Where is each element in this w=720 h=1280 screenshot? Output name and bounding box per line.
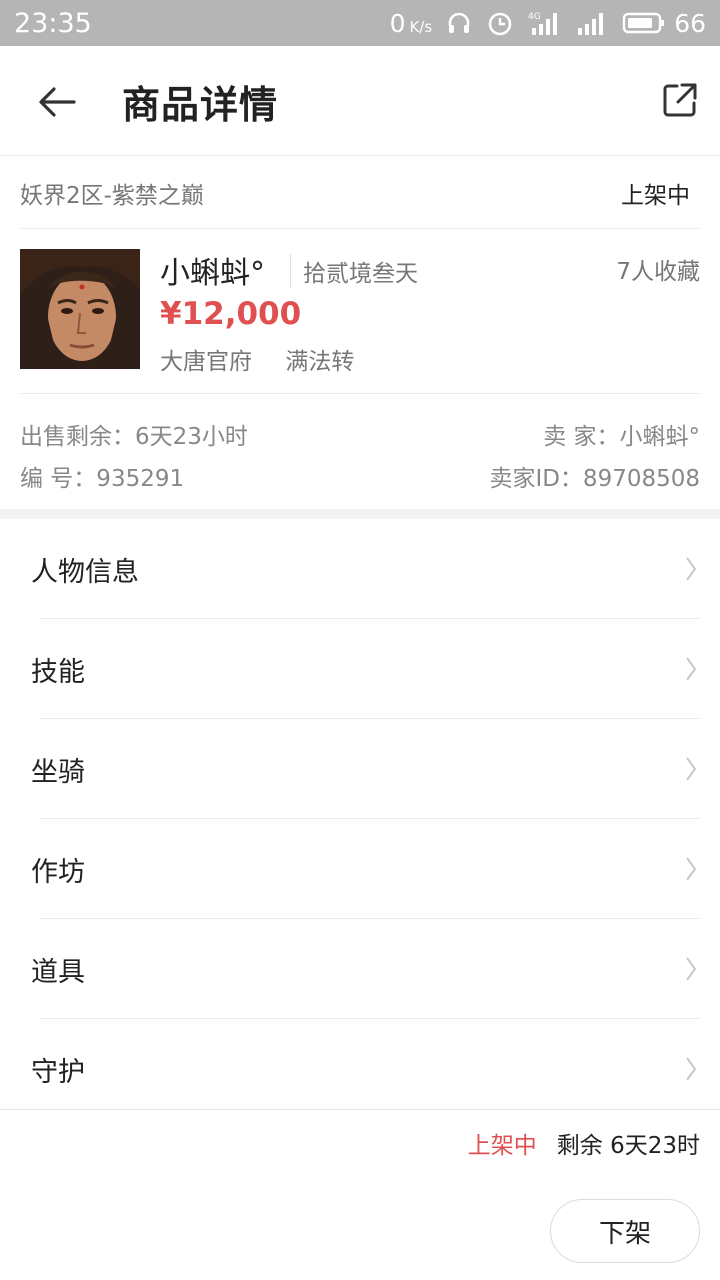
footer-remaining-time: 剩余 6天23时	[556, 1133, 700, 1159]
time-left: 出售剩余：6天23小时	[20, 424, 248, 450]
menu-item-label: 守护	[31, 1056, 85, 1088]
status-bar: 23:35 0 K/s 4G 66	[0, 0, 720, 46]
battery-level: 66	[674, 8, 706, 38]
sect-label: 大唐官府	[160, 349, 252, 375]
battery: 66	[622, 9, 706, 38]
arrow-left-icon	[39, 87, 76, 117]
net-speed-unit: K/s	[409, 17, 433, 36]
net-speed: 0 K/s	[390, 9, 433, 38]
menu-item-mounts[interactable]: 坐骑	[0, 719, 720, 819]
delist-button[interactable]: 下架	[550, 1199, 700, 1263]
menu-item-label: 坐骑	[31, 756, 85, 788]
page-title: 商品详情	[122, 83, 279, 127]
rebirth-label: 满法转	[285, 349, 355, 375]
headset-icon	[446, 10, 472, 36]
share-icon	[663, 83, 697, 117]
signal-4g-icon: 4G	[528, 10, 562, 36]
status-icons: 0 K/s 4G 66	[390, 9, 706, 38]
chevron-right-icon	[686, 657, 697, 681]
battery-icon	[622, 12, 665, 34]
chevron-right-icon	[686, 857, 697, 881]
menu-item-label: 技能	[31, 656, 85, 688]
favorites-count: 7人收藏	[616, 259, 700, 285]
server-name: 妖界2区-紫禁之巅	[20, 182, 204, 209]
product-summary: 小蝌蚪° 拾贰境叁天 7人收藏 ¥12,000 大唐官府 满法转	[20, 230, 700, 394]
character-level: 拾贰境叁天	[290, 254, 418, 288]
alarm-icon	[486, 9, 514, 37]
chevron-right-icon	[686, 757, 697, 781]
listing-status: 上架中	[621, 182, 690, 209]
menu-item-guardian[interactable]: 守护	[0, 1019, 720, 1119]
menu-item-character-info[interactable]: 人物信息	[0, 519, 720, 619]
back-button[interactable]	[34, 79, 80, 125]
section-divider	[0, 509, 720, 519]
server-row: 妖界2区-紫禁之巅 上架中	[20, 157, 700, 229]
seller-id: 卖家ID：89708508	[489, 466, 700, 492]
menu-item-workshop[interactable]: 作坊	[0, 819, 720, 919]
character-traits: 大唐官府 满法转	[160, 342, 380, 376]
menu-item-label: 道具	[31, 956, 85, 988]
signal-icon	[576, 10, 608, 36]
detail-menu: 人物信息 技能 坐骑 作坊 道具 守护	[0, 519, 720, 1119]
share-button[interactable]	[660, 80, 700, 120]
status-time: 23:35	[14, 7, 92, 39]
chevron-right-icon	[686, 957, 697, 981]
net-speed-value: 0	[389, 8, 406, 38]
menu-item-label: 人物信息	[31, 556, 139, 588]
footer-status: 上架中 剩余 6天23时	[468, 1126, 700, 1160]
chevron-right-icon	[686, 557, 697, 581]
chevron-right-icon	[686, 1057, 697, 1081]
serial-number: 编 号：935291	[20, 466, 185, 492]
footer-listing-status: 上架中	[467, 1133, 537, 1159]
price: ¥12,000	[160, 296, 302, 332]
listing-meta: 出售剩余：6天23小时 卖 家：小蝌蚪° 编 号：935291 卖家ID：897…	[20, 395, 700, 509]
menu-item-skills[interactable]: 技能	[0, 619, 720, 719]
character-avatar	[20, 249, 140, 369]
character-name: 小蝌蚪°	[160, 256, 265, 291]
footer-bar: 上架中 剩余 6天23时 下架	[0, 1109, 720, 1280]
menu-item-label: 作坊	[31, 856, 85, 888]
seller-name: 卖 家：小蝌蚪°	[543, 424, 700, 450]
header-bar: 商品详情	[0, 46, 720, 156]
svg-text:4G: 4G	[528, 12, 541, 22]
menu-item-items[interactable]: 道具	[0, 919, 720, 1019]
